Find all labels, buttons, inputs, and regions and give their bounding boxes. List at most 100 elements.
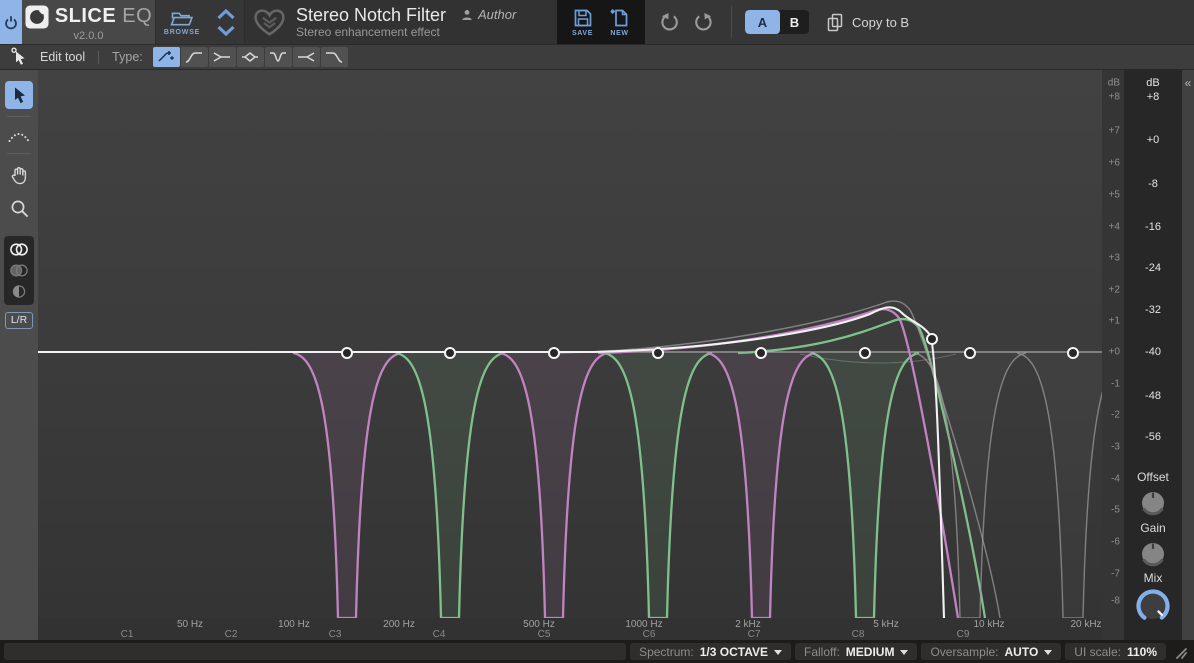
eq-db-tick-label: +1 <box>1109 316 1120 327</box>
octave-tick-label: C2 <box>225 629 238 640</box>
channel-view-group <box>4 236 34 305</box>
eq-db-tick-label: -7 <box>1111 569 1120 580</box>
channel-both-button stereo-circles-icon[interactable] <box>5 240 33 259</box>
favorite-heart-icon[interactable] <box>252 7 287 38</box>
channel-right-button right-circle-icon[interactable] <box>5 282 33 301</box>
spectrum-db-tick-label: -56 <box>1124 431 1182 443</box>
preset-prev-button chevron-up-icon[interactable] <box>216 9 236 20</box>
freq-tick-label: 50 Hz <box>177 619 203 630</box>
oversample-dropdown[interactable]: Oversample:AUTO <box>921 643 1061 660</box>
freq-tick-label: 200 Hz <box>383 619 415 630</box>
redo-button redo-icon[interactable] <box>694 12 714 32</box>
spectrum-db-tick-label: -48 <box>1124 390 1182 402</box>
gain-knob[interactable] <box>1139 540 1167 568</box>
edit-toolbar: Edit tool Type: <box>0 44 1194 70</box>
filter-node[interactable] <box>756 348 766 358</box>
tool-divider <box>7 116 31 117</box>
spectrum-db-tick-label: -16 <box>1124 221 1182 233</box>
browse-button[interactable]: BROWSE <box>156 0 208 44</box>
octave-tick-label: C4 <box>433 629 446 640</box>
mix-knob-label: Mix <box>1124 571 1182 585</box>
power-button[interactable] <box>0 0 22 44</box>
brand-block: SLICE EQ v2.0.0 <box>22 0 156 44</box>
type-button-high-shelf high-shelf-icon[interactable] <box>293 47 320 67</box>
type-button-low-cut low-cut-icon[interactable] <box>181 47 208 67</box>
spectrum-dropdown[interactable]: Spectrum:1/3 OCTAVE <box>630 643 791 660</box>
edit-cursor-icon <box>10 47 28 67</box>
offset-knob-label: Offset <box>1124 470 1182 484</box>
type-buttons <box>153 47 348 67</box>
type-button-peak peak-icon[interactable] <box>237 47 264 67</box>
mix-knob[interactable] <box>1134 587 1172 625</box>
spectrum-db-tick-label: dB <box>1124 77 1182 89</box>
new-button[interactable]: NEW <box>609 7 631 37</box>
spectrum-db-tick-label: +0 <box>1124 134 1182 146</box>
copy-pages-icon <box>826 12 844 32</box>
channel-left-button left-circle-icon[interactable] <box>5 261 33 280</box>
eq-db-tick-label: -2 <box>1111 410 1120 421</box>
falloff-dropdown[interactable]: Falloff:MEDIUM <box>795 643 917 660</box>
save-label: SAVE <box>572 30 593 37</box>
toolbar-separator <box>98 51 99 64</box>
filter-node[interactable] <box>1068 348 1078 358</box>
filter-node[interactable] <box>927 334 937 344</box>
filter-node[interactable] <box>549 348 559 358</box>
slice-eq-window: SLICE EQ v2.0.0 BROWSE Stereo Notch Filt… <box>0 0 1194 663</box>
type-button-low-shelf low-shelf-icon[interactable] <box>209 47 236 67</box>
freq-tick-label: 100 Hz <box>278 619 310 630</box>
preset-info[interactable]: Stereo Notch Filter Stereo enhancement e… <box>245 0 557 44</box>
filter-node[interactable] <box>342 348 352 358</box>
tool-hand-button hand-icon[interactable] <box>5 161 33 189</box>
channel-mode-button[interactable]: L/R <box>5 312 33 329</box>
spectrum-db-tick-label: -40 <box>1124 346 1182 358</box>
tool-zoom-button magnifier-icon[interactable] <box>5 194 33 222</box>
preset-next-button chevron-down-icon[interactable] <box>216 25 236 36</box>
left-toolbar: L/R <box>0 70 38 640</box>
eq-db-tick-label: -5 <box>1111 505 1120 516</box>
type-button-high-cut high-cut-icon[interactable] <box>321 47 348 67</box>
status-message-area <box>4 643 626 660</box>
gain-knob-label: Gain <box>1124 521 1182 535</box>
eq-db-tick-label: +7 <box>1109 126 1120 137</box>
ui-scale-control[interactable]: UI scale:110% <box>1065 643 1166 660</box>
collapse-panel-button chevron-left-double-icon[interactable]: « <box>1182 76 1194 90</box>
header: SLICE EQ v2.0.0 BROWSE Stereo Notch Filt… <box>0 0 1194 44</box>
filter-node[interactable] <box>965 348 975 358</box>
octave-tick-label: C9 <box>957 629 970 640</box>
preset-nav <box>208 0 245 44</box>
filter-node[interactable] <box>445 348 455 358</box>
eq-graph[interactable] <box>38 70 1102 618</box>
copy-to-b-button[interactable]: Copy to B <box>826 12 909 32</box>
octave-tick-label: C3 <box>329 629 342 640</box>
save-button[interactable]: SAVE <box>572 7 594 37</box>
resize-grip[interactable] <box>1170 643 1190 660</box>
spectrum-db-tick-label: -8 <box>1124 178 1182 190</box>
eq-db-tick-label: +4 <box>1109 222 1120 233</box>
offset-knob[interactable] <box>1139 489 1167 517</box>
eq-db-tick-label: -1 <box>1111 379 1120 390</box>
author-person-icon <box>461 9 473 21</box>
slot-b-button[interactable]: B <box>780 10 809 34</box>
spectrum-db-tick-label: -24 <box>1124 262 1182 274</box>
eq-db-scale: dB+8+7+6+5+4+3+2+1+0-1-2-3-4-5-6-7-8 <box>1102 70 1124 640</box>
spectrum-db-tick-label: -32 <box>1124 304 1182 316</box>
slot-a-button[interactable]: A <box>745 10 780 34</box>
panel-collapse-strip: « <box>1182 70 1194 640</box>
octave-tick-label: C1 <box>121 629 134 640</box>
main-area: L/R 50 Hz100 Hz200 Hz500 Hz1000 Hz2 kHz5… <box>0 70 1194 640</box>
dropdown-caret-icon <box>774 650 782 655</box>
eq-db-tick-label: +6 <box>1109 158 1120 169</box>
folder-icon <box>169 9 195 28</box>
spectrum-db-tick-label: +8 <box>1124 91 1182 103</box>
eq-db-tick-label: +0 <box>1109 347 1120 358</box>
tool-pointer-button pointer-icon[interactable] <box>5 81 33 109</box>
freq-tick-label: 5 kHz <box>873 619 899 630</box>
type-button-wand wand-icon[interactable] <box>153 47 180 67</box>
undo-button undo-icon[interactable] <box>659 12 679 32</box>
tool-spline-button spline-icon[interactable] <box>5 124 33 146</box>
filter-node[interactable] <box>860 348 870 358</box>
filter-node[interactable] <box>653 348 663 358</box>
eq-db-tick-label: -4 <box>1111 474 1120 485</box>
eq-db-tick-label: +2 <box>1109 285 1120 296</box>
type-button-notch notch-icon[interactable] <box>265 47 292 67</box>
